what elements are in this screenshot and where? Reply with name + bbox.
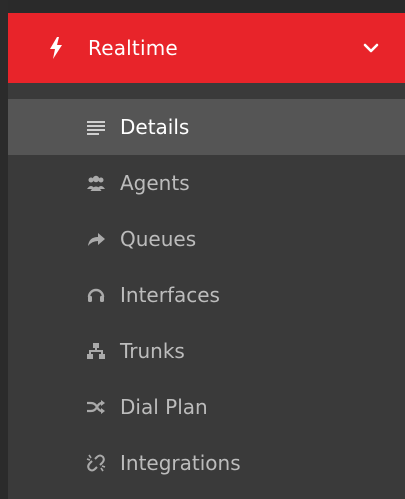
submenu-item-interfaces[interactable]: Interfaces: [8, 267, 405, 323]
users-icon: [87, 175, 105, 191]
submenu-item-label: Queues: [120, 227, 197, 251]
submenu-item-integrations[interactable]: Integrations: [8, 435, 405, 491]
section-realtime-header[interactable]: Realtime: [8, 13, 405, 83]
submenu-item-label: Integrations: [120, 451, 241, 475]
submenu-item-details[interactable]: Details: [8, 99, 405, 155]
submenu-item-dial-plan[interactable]: Dial Plan: [8, 379, 405, 435]
bolt-icon: [50, 37, 62, 59]
sidebar-menu: Realtime Details Agents Queues Interface…: [0, 0, 405, 499]
submenu-item-label: Interfaces: [120, 283, 220, 307]
realtime-submenu: Details Agents Queues Interfaces Trunks …: [8, 83, 405, 499]
section-title: Realtime: [88, 36, 178, 60]
sitemap-icon: [87, 343, 105, 359]
submenu-item-agents[interactable]: Agents: [8, 155, 405, 211]
random-icon: [87, 400, 105, 414]
headset-icon: [87, 288, 105, 302]
submenu-item-queues[interactable]: Queues: [8, 211, 405, 267]
submenu-item-label: Trunks: [120, 339, 185, 363]
unlink-icon: [86, 454, 106, 472]
submenu-item-label: Agents: [120, 171, 190, 195]
list-lines-icon: [87, 121, 105, 135]
submenu-item-label: Details: [120, 115, 190, 139]
submenu-item-label: Dial Plan: [120, 395, 208, 419]
left-edge: [0, 0, 8, 499]
submenu-item-trunks[interactable]: Trunks: [8, 323, 405, 379]
top-edge: [0, 0, 405, 13]
share-arrow-icon: [88, 233, 105, 246]
chevron-down-icon[interactable]: [363, 41, 379, 55]
